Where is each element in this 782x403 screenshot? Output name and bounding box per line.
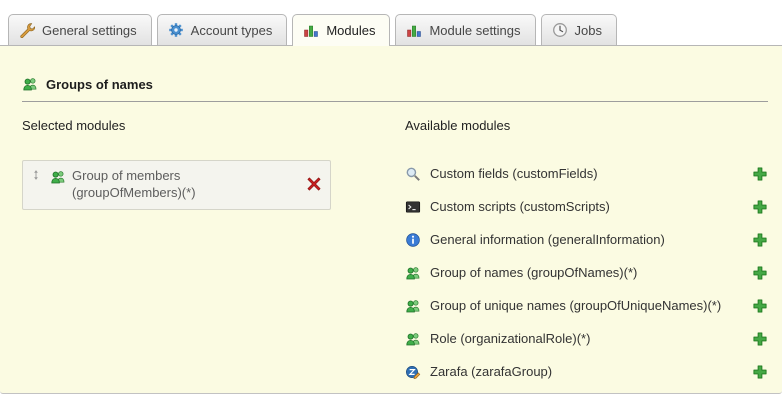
available-module-item-role: Role (organizationalRole)(*)	[405, 322, 768, 355]
available-module-item-zarafa: Zarafa (zarafaGroup)	[405, 355, 768, 388]
add-module-button[interactable]	[752, 364, 768, 380]
selected-module-text: Group of members (groupOfMembers)(*)	[72, 166, 300, 202]
tab-bar: General settings Account types Modules M…	[0, 0, 782, 45]
selected-modules-column: Selected modules Group of members (group…	[22, 118, 405, 388]
modules-icon	[406, 22, 422, 38]
available-module-label: General information (generalInformation)	[430, 232, 665, 247]
available-module-label: Group of names (groupOfNames)(*)	[430, 265, 637, 280]
tab-general-settings[interactable]: General settings	[8, 14, 152, 45]
group-icon	[50, 169, 66, 185]
add-module-button[interactable]	[752, 298, 768, 314]
section-title: Groups of names	[22, 46, 768, 92]
tab-module-settings[interactable]: Module settings	[395, 14, 535, 45]
selected-module-label: Group of members	[72, 168, 180, 183]
available-module-label: Group of unique names (groupOfUniqueName…	[430, 298, 721, 313]
remove-module-button[interactable]	[306, 176, 322, 192]
script-icon	[405, 199, 421, 215]
tab-label: General settings	[42, 23, 137, 38]
wrench-icon	[19, 22, 35, 38]
tab-account-types[interactable]: Account types	[157, 14, 288, 45]
tab-modules[interactable]: Modules	[292, 14, 390, 46]
selected-modules-list: Group of members (groupOfMembers)(*)	[22, 160, 405, 210]
selected-module-sublabel: (groupOfMembers)(*)	[72, 185, 196, 200]
selected-modules-heading: Selected modules	[22, 118, 405, 133]
add-module-button[interactable]	[752, 265, 768, 281]
available-module-label: Custom scripts (customScripts)	[430, 199, 610, 214]
available-module-item-custom-fields: Custom fields (customFields)	[405, 157, 768, 190]
title-divider	[22, 101, 768, 102]
gear-icon	[168, 22, 184, 38]
available-module-label: Role (organizationalRole)(*)	[430, 331, 590, 346]
selected-module-item-group-of-members[interactable]: Group of members (groupOfMembers)(*)	[22, 160, 331, 210]
drag-handle-icon[interactable]	[28, 166, 44, 183]
available-modules-heading: Available modules	[405, 118, 768, 133]
group-icon	[405, 265, 421, 281]
tab-label: Module settings	[429, 23, 520, 38]
group-icon	[405, 331, 421, 347]
available-module-label: Zarafa (zarafaGroup)	[430, 364, 552, 379]
clock-icon	[552, 22, 568, 38]
available-modules-list: Custom fields (customFields) Custom scri…	[405, 157, 768, 388]
group-icon	[22, 76, 38, 92]
available-module-item-group-of-unique-names: Group of unique names (groupOfUniqueName…	[405, 289, 768, 322]
modules-columns: Selected modules Group of members (group…	[22, 118, 768, 388]
add-module-button[interactable]	[752, 199, 768, 215]
zarafa-icon	[405, 364, 421, 380]
available-module-item-general-information: General information (generalInformation)	[405, 223, 768, 256]
add-module-button[interactable]	[752, 166, 768, 182]
modules-panel: Groups of names Selected modules Group o…	[0, 45, 782, 394]
page-title: Groups of names	[46, 77, 153, 92]
tab-label: Modules	[326, 23, 375, 38]
available-modules-column: Available modules Custom fields (customF…	[405, 118, 768, 388]
add-module-button[interactable]	[752, 331, 768, 347]
modules-icon	[303, 22, 319, 38]
available-module-item-group-of-names: Group of names (groupOfNames)(*)	[405, 256, 768, 289]
tab-jobs[interactable]: Jobs	[541, 14, 617, 45]
tab-label: Jobs	[575, 23, 602, 38]
magnifier-icon	[405, 166, 421, 182]
available-module-label: Custom fields (customFields)	[430, 166, 598, 181]
group-icon	[405, 298, 421, 314]
info-icon	[405, 232, 421, 248]
available-module-item-custom-scripts: Custom scripts (customScripts)	[405, 190, 768, 223]
add-module-button[interactable]	[752, 232, 768, 248]
tab-label: Account types	[191, 23, 273, 38]
